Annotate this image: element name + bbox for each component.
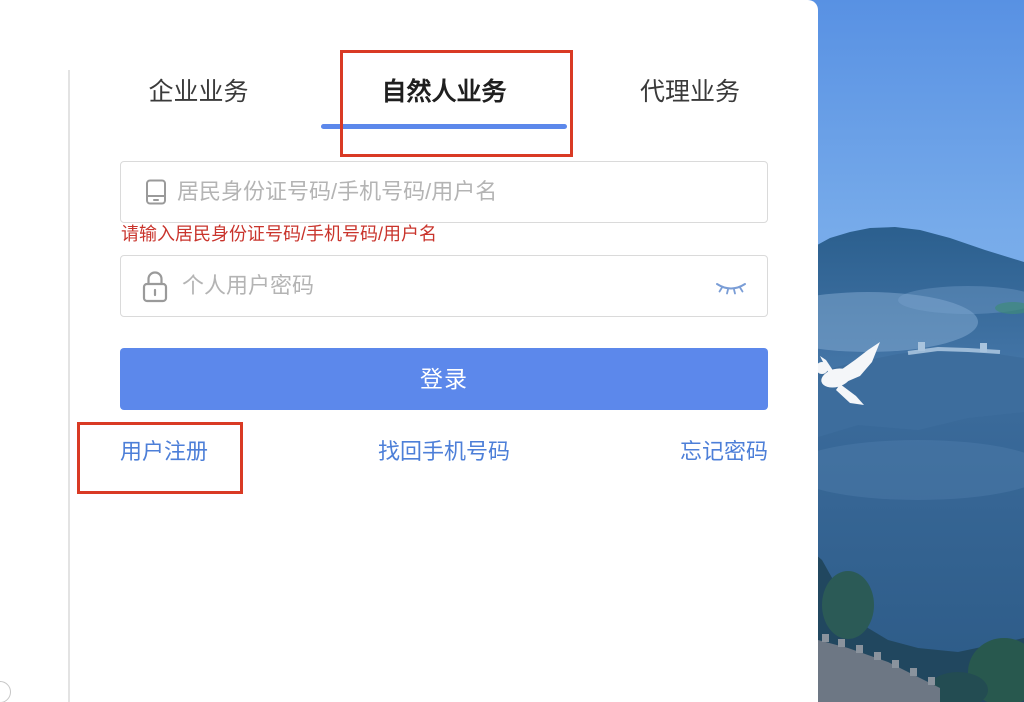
account-input[interactable] (177, 162, 747, 222)
account-field[interactable] (120, 161, 768, 223)
password-input[interactable] (182, 256, 702, 316)
mobile-phone-icon (145, 179, 167, 205)
tab-agent-business[interactable]: 代理业务 (612, 78, 768, 106)
eye-closed-icon[interactable] (715, 281, 747, 295)
tab-individual-business[interactable]: 自然人业务 (321, 78, 567, 106)
wall-tower (980, 343, 987, 352)
auth-links: 用户注册 找回手机号码 忘记密码 (120, 438, 768, 466)
scenery-panel (808, 0, 1024, 702)
active-tab-indicator (321, 124, 567, 129)
forgot-password-link[interactable]: 忘记密码 (680, 438, 768, 466)
login-page: 企业业务 自然人业务 代理业务 请输入居民身份证号码/手机号码/用户名 (0, 0, 1024, 702)
valley-haze (808, 440, 1024, 500)
wall-tower (918, 342, 925, 351)
lock-icon (142, 269, 168, 303)
login-card: 企业业务 自然人业务 代理业务 请输入居民身份证号码/手机号码/用户名 (0, 0, 818, 702)
account-error-message: 请输入居民身份证号码/手机号码/用户名 (121, 224, 438, 244)
tree (822, 571, 874, 639)
recover-phone-link[interactable]: 找回手机号码 (378, 438, 510, 466)
login-button[interactable]: 登录 (120, 348, 768, 410)
tab-enterprise-business[interactable]: 企业业务 (120, 78, 277, 106)
vertical-divider (68, 70, 70, 702)
scenery-illustration (808, 0, 1024, 702)
register-link[interactable]: 用户注册 (120, 438, 208, 466)
password-field[interactable] (120, 255, 768, 317)
